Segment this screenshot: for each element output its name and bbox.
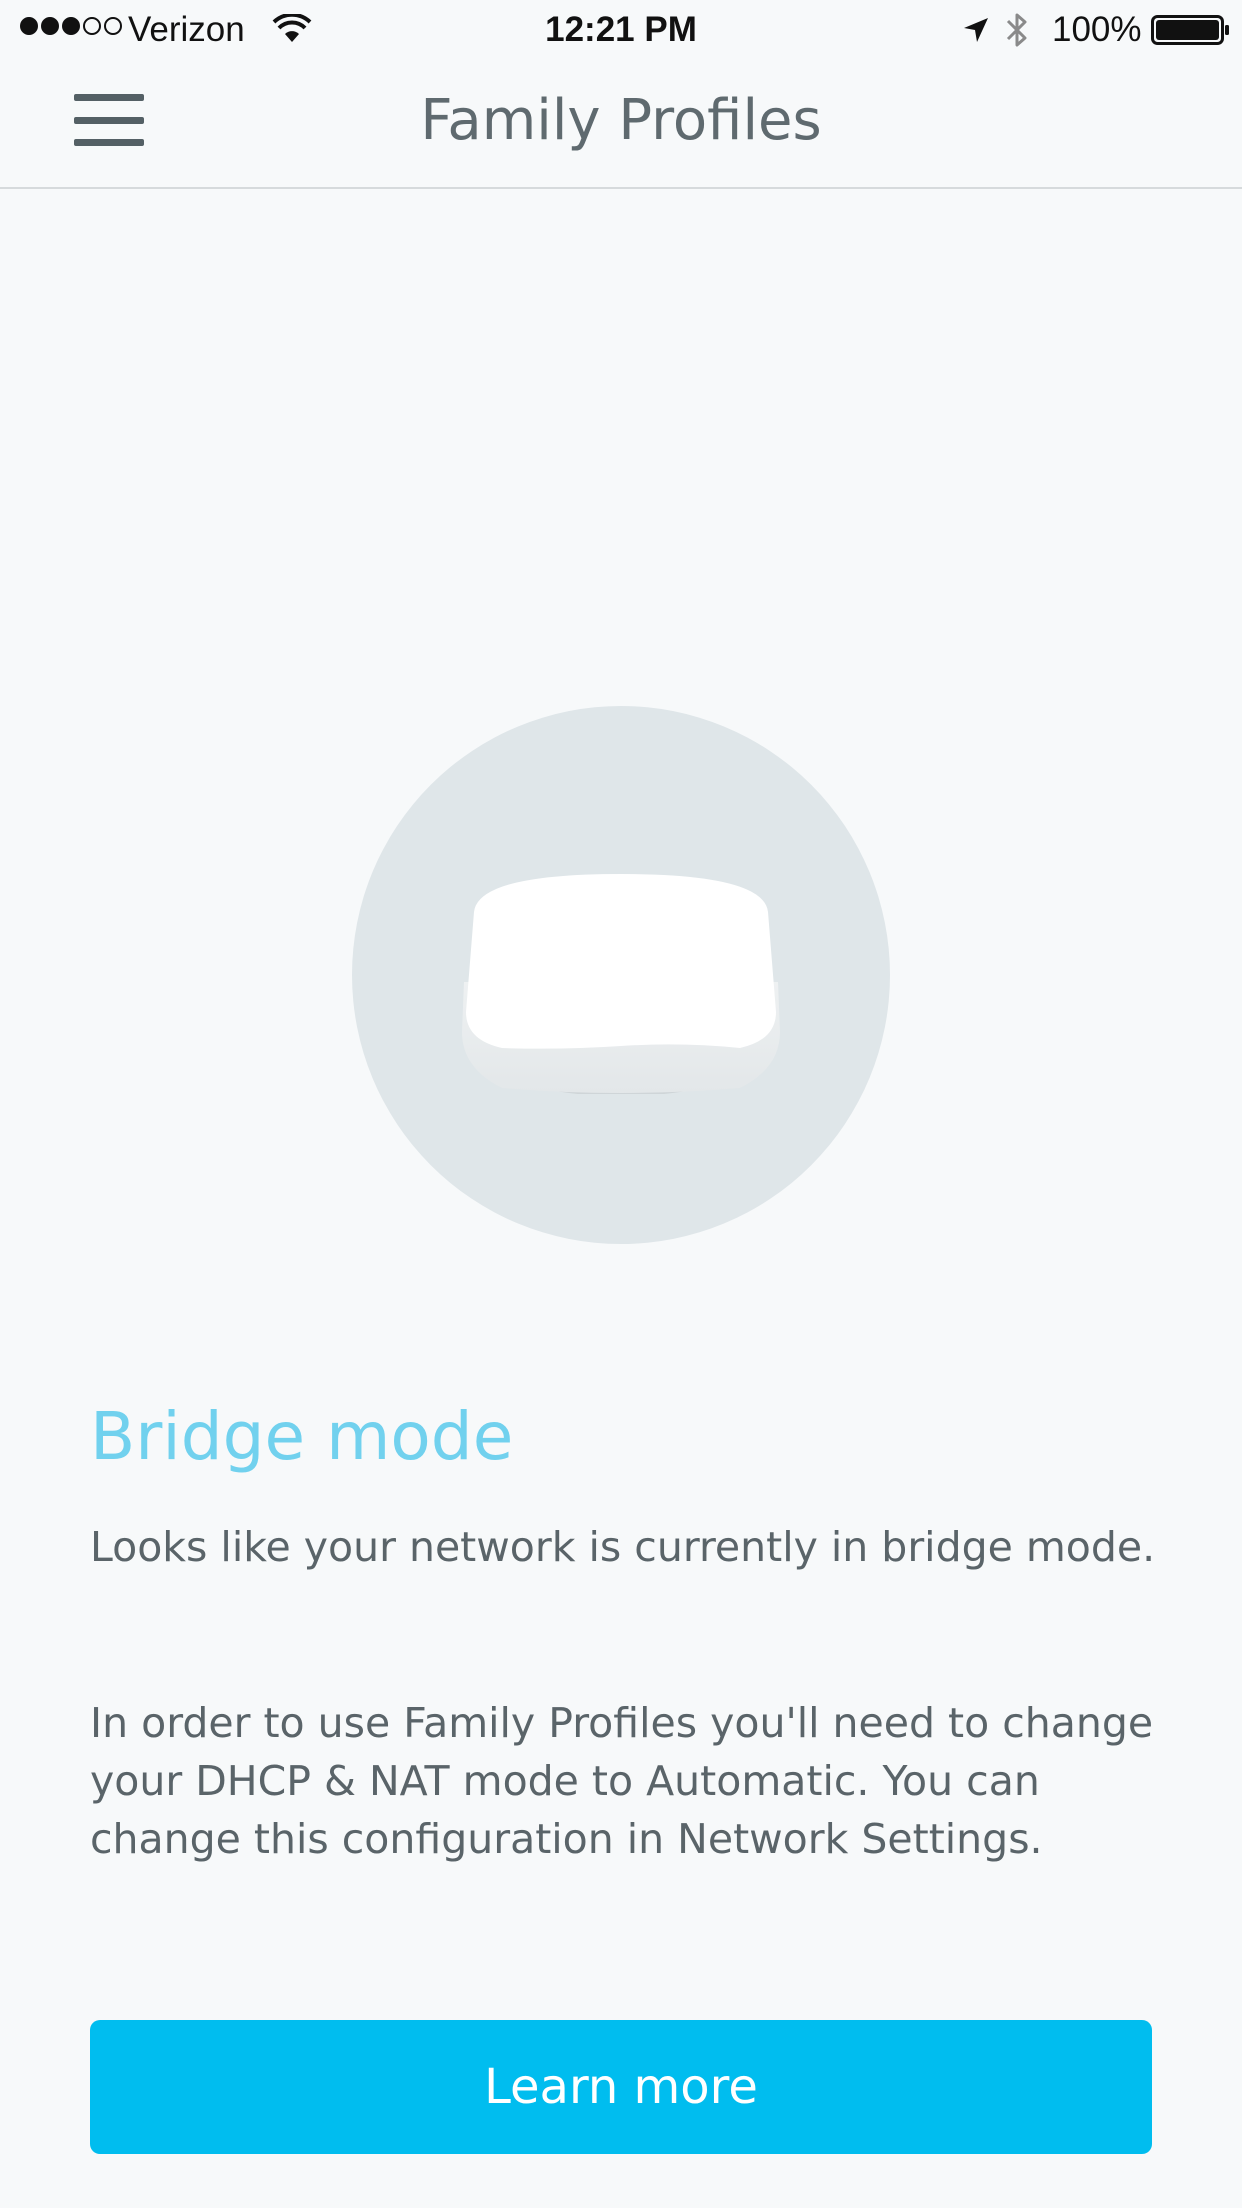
- section-heading: Bridge mode: [90, 1398, 514, 1475]
- status-bar: Verizon 12:21 PM 100%: [0, 0, 1242, 60]
- battery-percent: 100%: [1052, 10, 1142, 49]
- nav-bar: Family Profiles: [0, 60, 1242, 189]
- bluetooth-icon: [1006, 13, 1027, 47]
- location-arrow-icon: [964, 18, 988, 42]
- bridge-mode-description: Looks like your network is currently in …: [90, 1523, 1156, 1571]
- router-device-icon: [462, 874, 780, 1094]
- bridge-mode-instructions: In order to use Family Profiles you'll n…: [90, 1699, 1154, 1863]
- learn-more-button[interactable]: Learn more: [90, 2020, 1152, 2154]
- page-title: Family Profiles: [420, 88, 822, 153]
- battery-icon: [1151, 15, 1229, 45]
